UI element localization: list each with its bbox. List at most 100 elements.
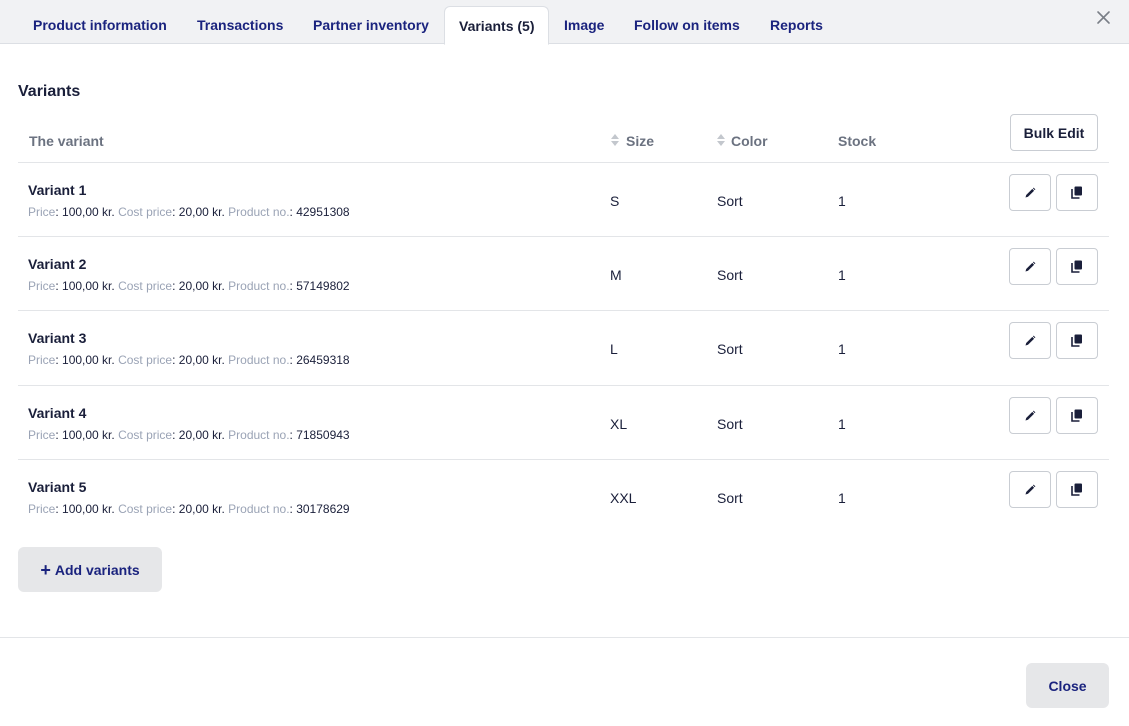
column-header-color[interactable]: Color bbox=[731, 133, 768, 149]
price-label: Price bbox=[28, 205, 56, 219]
price-label: Price bbox=[28, 502, 56, 516]
table-row: Variant 3 Price: 100,00 kr. Cost price: 2… bbox=[0, 311, 1129, 385]
cost-price-label: Cost price bbox=[118, 279, 173, 293]
tab-follow-on-items[interactable]: Follow on items bbox=[634, 0, 740, 44]
table-row: Variant 2 Price: 100,00 kr. Cost price: 2… bbox=[0, 237, 1129, 311]
product-no-label: Product no. bbox=[228, 502, 290, 516]
variant-name: Variant 3 bbox=[28, 330, 87, 346]
variant-name: Variant 2 bbox=[28, 256, 87, 272]
add-variants-label: Add variants bbox=[54, 561, 140, 578]
product-no-value: 71850943 bbox=[296, 428, 350, 442]
edit-variant-button[interactable] bbox=[1009, 248, 1051, 285]
pencil-icon bbox=[1024, 410, 1036, 422]
price-value: 100,00 kr. bbox=[62, 205, 115, 219]
color-cell: Sort bbox=[717, 193, 743, 209]
product-no-label: Product no. bbox=[228, 279, 290, 293]
color-cell: Sort bbox=[717, 416, 743, 432]
variant-meta: Price: 100,00 kr. Cost price: 20,00 kr. … bbox=[28, 428, 350, 442]
add-variants-button[interactable]: + Add variants bbox=[18, 547, 162, 592]
product-no-label: Product no. bbox=[228, 428, 290, 442]
tab-transactions[interactable]: Transactions bbox=[197, 0, 283, 44]
footer-divider bbox=[0, 637, 1129, 638]
edit-variant-button[interactable] bbox=[1009, 471, 1051, 508]
cost-price-value: 20,00 kr. bbox=[178, 205, 225, 219]
product-no-label: Product no. bbox=[228, 205, 290, 219]
size-cell: M bbox=[610, 267, 622, 283]
table-row: Variant 1 Price: 100,00 kr. Cost price: 2… bbox=[0, 163, 1129, 237]
cost-price-label: Cost price bbox=[118, 428, 173, 442]
price-value: 100,00 kr. bbox=[62, 353, 115, 367]
edit-variant-button[interactable] bbox=[1009, 397, 1051, 434]
size-cell: S bbox=[610, 193, 620, 209]
price-label: Price bbox=[28, 428, 56, 442]
variant-meta: Price: 100,00 kr. Cost price: 20,00 kr. … bbox=[28, 205, 350, 219]
variant-name: Variant 1 bbox=[28, 182, 87, 198]
column-header-stock: Stock bbox=[838, 133, 877, 149]
tab-bar: Product information Transactions Partner… bbox=[0, 0, 1129, 45]
table-row: Variant 4 Price: 100,00 kr. Cost price: 2… bbox=[0, 386, 1129, 460]
copy-icon bbox=[1071, 409, 1083, 422]
cost-price-value: 20,00 kr. bbox=[178, 353, 225, 367]
copy-icon bbox=[1071, 186, 1083, 199]
product-no-label: Product no. bbox=[228, 353, 290, 367]
close-button[interactable]: Close bbox=[1026, 663, 1109, 708]
variant-name: Variant 4 bbox=[28, 405, 87, 421]
product-no-value: 57149802 bbox=[296, 279, 350, 293]
stock-cell: 1 bbox=[838, 490, 846, 506]
variant-meta: Price: 100,00 kr. Cost price: 20,00 kr. … bbox=[28, 353, 350, 367]
bulk-edit-button[interactable]: Bulk Edit bbox=[1010, 114, 1098, 151]
variant-meta: Price: 100,00 kr. Cost price: 20,00 kr. … bbox=[28, 279, 350, 293]
column-header-size[interactable]: Size bbox=[626, 133, 654, 149]
cost-price-label: Cost price bbox=[118, 205, 173, 219]
tab-image[interactable]: Image bbox=[564, 0, 604, 44]
cost-price-value: 20,00 kr. bbox=[178, 279, 225, 293]
pencil-icon bbox=[1024, 335, 1036, 347]
size-cell: L bbox=[610, 341, 618, 357]
table-row: Variant 5 Price: 100,00 kr. Cost price: 2… bbox=[0, 460, 1129, 534]
size-cell: XXL bbox=[610, 490, 637, 506]
copy-variant-button[interactable] bbox=[1056, 248, 1098, 285]
cost-price-label: Cost price bbox=[118, 353, 173, 367]
tab-reports[interactable]: Reports bbox=[770, 0, 823, 44]
copy-icon bbox=[1071, 260, 1083, 273]
variant-meta: Price: 100,00 kr. Cost price: 20,00 kr. … bbox=[28, 502, 350, 516]
sort-icon[interactable] bbox=[610, 133, 620, 147]
tab-product-information[interactable]: Product information bbox=[33, 0, 167, 44]
price-label: Price bbox=[28, 353, 56, 367]
cost-price-value: 20,00 kr. bbox=[178, 502, 225, 516]
tab-variants[interactable]: Variants (5) bbox=[444, 6, 550, 45]
price-value: 100,00 kr. bbox=[62, 428, 115, 442]
product-no-value: 26459318 bbox=[296, 353, 350, 367]
plus-icon: + bbox=[40, 559, 51, 580]
color-cell: Sort bbox=[717, 490, 743, 506]
sort-icon[interactable] bbox=[716, 133, 726, 147]
column-header-variant: The variant bbox=[29, 133, 104, 149]
product-no-value: 30178629 bbox=[296, 502, 350, 516]
stock-cell: 1 bbox=[838, 267, 846, 283]
pencil-icon bbox=[1024, 484, 1036, 496]
copy-icon bbox=[1071, 483, 1083, 496]
edit-variant-button[interactable] bbox=[1009, 174, 1051, 211]
copy-icon bbox=[1071, 334, 1083, 347]
copy-variant-button[interactable] bbox=[1056, 397, 1098, 434]
tab-partner-inventory[interactable]: Partner inventory bbox=[313, 0, 429, 44]
size-cell: XL bbox=[610, 416, 628, 432]
section-title: Variants bbox=[18, 83, 81, 100]
price-label: Price bbox=[28, 279, 56, 293]
edit-variant-button[interactable] bbox=[1009, 322, 1051, 359]
pencil-icon bbox=[1024, 261, 1036, 273]
stock-cell: 1 bbox=[838, 341, 846, 357]
price-value: 100,00 kr. bbox=[62, 502, 115, 516]
close-icon[interactable] bbox=[1094, 8, 1114, 28]
stock-cell: 1 bbox=[838, 193, 846, 209]
product-no-value: 42951308 bbox=[296, 205, 350, 219]
copy-variant-button[interactable] bbox=[1056, 174, 1098, 211]
copy-variant-button[interactable] bbox=[1056, 471, 1098, 508]
cost-price-label: Cost price bbox=[118, 502, 173, 516]
stock-cell: 1 bbox=[838, 416, 846, 432]
cost-price-value: 20,00 kr. bbox=[178, 428, 225, 442]
color-cell: Sort bbox=[717, 267, 743, 283]
copy-variant-button[interactable] bbox=[1056, 322, 1098, 359]
variant-name: Variant 5 bbox=[28, 479, 87, 495]
pencil-icon bbox=[1024, 187, 1036, 199]
